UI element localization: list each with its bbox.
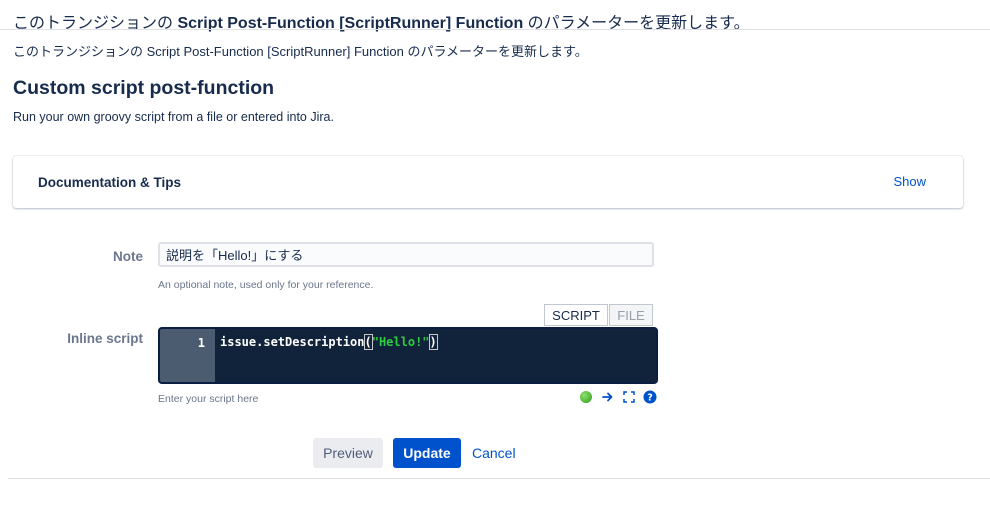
note-label: Note	[113, 249, 143, 264]
script-editor[interactable]: 1 issue.setDescription("Hello!")	[158, 327, 658, 384]
title-divider	[0, 29, 990, 30]
documentation-panel: Documentation & Tips Show	[13, 156, 963, 208]
code-open-paren: (	[363, 334, 373, 350]
svg-text:?: ?	[647, 393, 653, 404]
tab-script[interactable]: SCRIPT	[544, 304, 608, 326]
page-subtitle: このトランジションの Script Post-Function [ScriptR…	[13, 44, 588, 59]
line-number: 1	[197, 336, 205, 350]
tab-file[interactable]: FILE	[609, 304, 653, 326]
documentation-label: Documentation & Tips	[38, 175, 182, 190]
note-help-text: An optional note, used only for your ref…	[158, 279, 374, 291]
inline-script-label: Inline script	[67, 331, 143, 346]
code-close-paren: )	[428, 334, 438, 350]
bottom-divider	[8, 478, 990, 479]
code-line[interactable]: issue.setDescription("Hello!")	[220, 334, 438, 350]
section-title: Custom script post-function	[13, 77, 275, 99]
code-string: "Hello!"	[371, 335, 430, 349]
section-description: Run your own groovy script from a file o…	[13, 110, 334, 124]
status-ok-icon[interactable]	[579, 390, 593, 404]
fullscreen-icon[interactable]	[622, 390, 636, 404]
arrow-right-icon[interactable]	[601, 390, 615, 404]
preview-button[interactable]: Preview	[313, 438, 383, 468]
update-button[interactable]: Update	[393, 438, 461, 468]
code-method: issue.setDescription	[220, 335, 365, 349]
editor-gutter: 1	[160, 329, 215, 382]
script-help-text: Enter your script here	[158, 393, 259, 405]
cancel-link[interactable]: Cancel	[472, 445, 516, 461]
note-input[interactable]	[158, 242, 654, 267]
show-documentation-link[interactable]: Show	[893, 174, 926, 189]
help-icon[interactable]: ?	[643, 390, 657, 404]
